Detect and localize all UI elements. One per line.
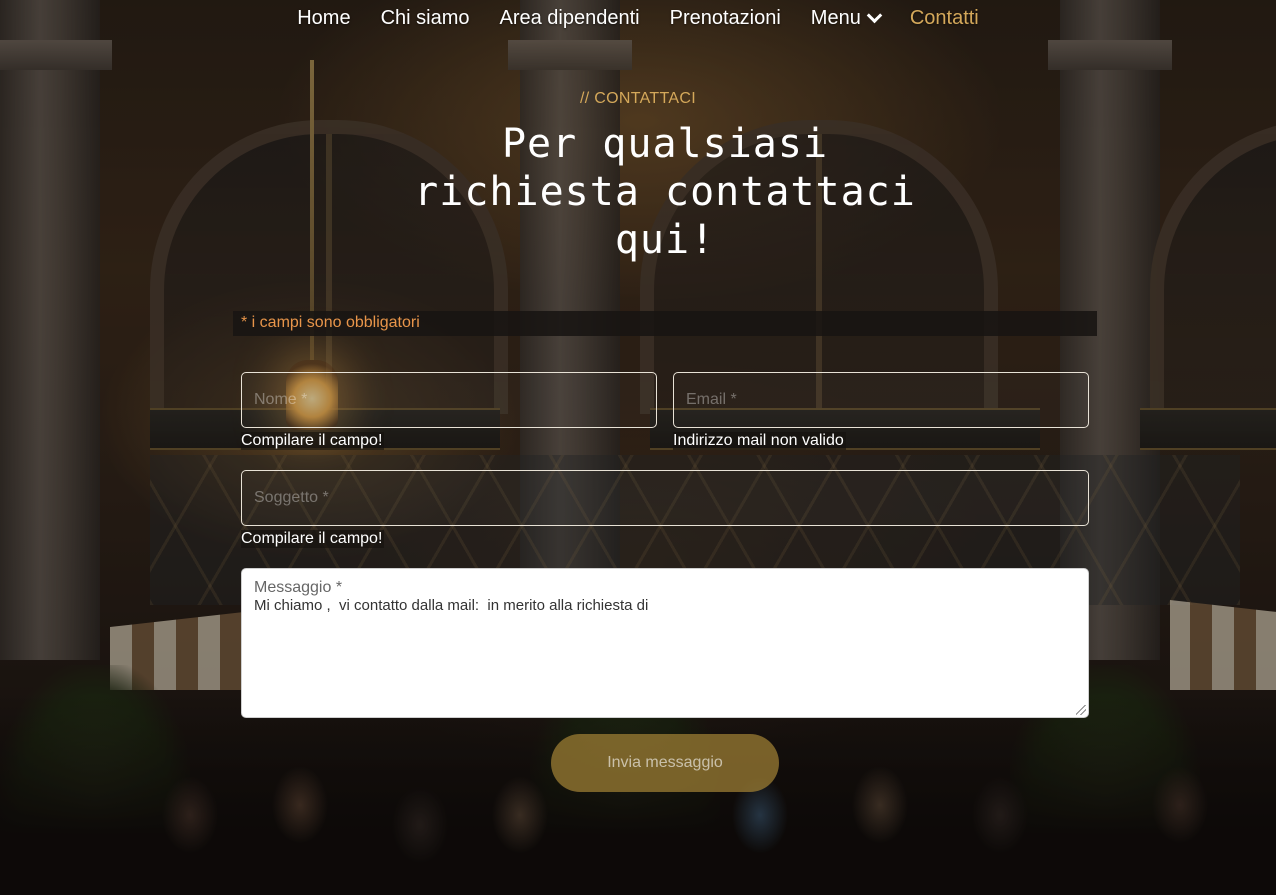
email-input[interactable] <box>674 373 1088 427</box>
nav-menu-label: Menu <box>810 6 861 29</box>
nav-chi-siamo[interactable]: Chi siamo <box>381 7 470 30</box>
nav-home[interactable]: Home <box>297 7 350 30</box>
section-eyebrow: // CONTATTACI <box>580 90 696 107</box>
nav-menu[interactable]: Menu <box>810 6 883 30</box>
subject-field-wrapper <box>241 470 1089 526</box>
page-title: Per qualsiasi richiesta contattaci qui! <box>414 121 916 263</box>
subject-error: Compilare il campo! <box>241 530 385 548</box>
resize-handle-icon[interactable] <box>1076 705 1086 715</box>
subject-input[interactable] <box>242 471 1088 525</box>
send-message-button[interactable]: Invia messaggio <box>551 734 779 792</box>
nav-area-dipendenti-label: Area dipendenti <box>499 6 640 29</box>
chevron-down-icon <box>866 7 883 24</box>
message-textarea[interactable]: Messaggio * Mi chiamo , vi contatto dall… <box>241 568 1089 718</box>
nav-prenotazioni[interactable]: Prenotazioni <box>670 7 781 30</box>
name-field-wrapper <box>241 372 657 428</box>
name-error: Compilare il campo! <box>241 432 385 450</box>
nav-prenotazioni-label: Prenotazioni <box>669 6 781 29</box>
required-note: * i campi sono obbligatori <box>241 314 420 331</box>
nav-chi-siamo-label: Chi siamo <box>380 6 470 29</box>
name-input[interactable] <box>242 373 656 427</box>
required-note-bar: * i campi sono obbligatori <box>233 311 1097 336</box>
nav-home-label: Home <box>297 6 351 29</box>
nav-area-dipendenti[interactable]: Area dipendenti <box>500 7 640 30</box>
message-text: Mi chiamo , vi contatto dalla mail: in m… <box>254 597 649 614</box>
main-nav: Home Chi siamo Area dipendenti Prenotazi… <box>0 0 1276 36</box>
email-field-wrapper <box>673 372 1089 428</box>
nav-contatti[interactable]: Contatti <box>910 7 979 30</box>
message-label: Messaggio * <box>254 579 343 596</box>
email-error: Indirizzo mail non valido <box>673 432 846 450</box>
contact-section: // CONTATTACI Per qualsiasi richiesta co… <box>0 0 1276 895</box>
nav-contatti-label: Contatti <box>909 6 979 29</box>
